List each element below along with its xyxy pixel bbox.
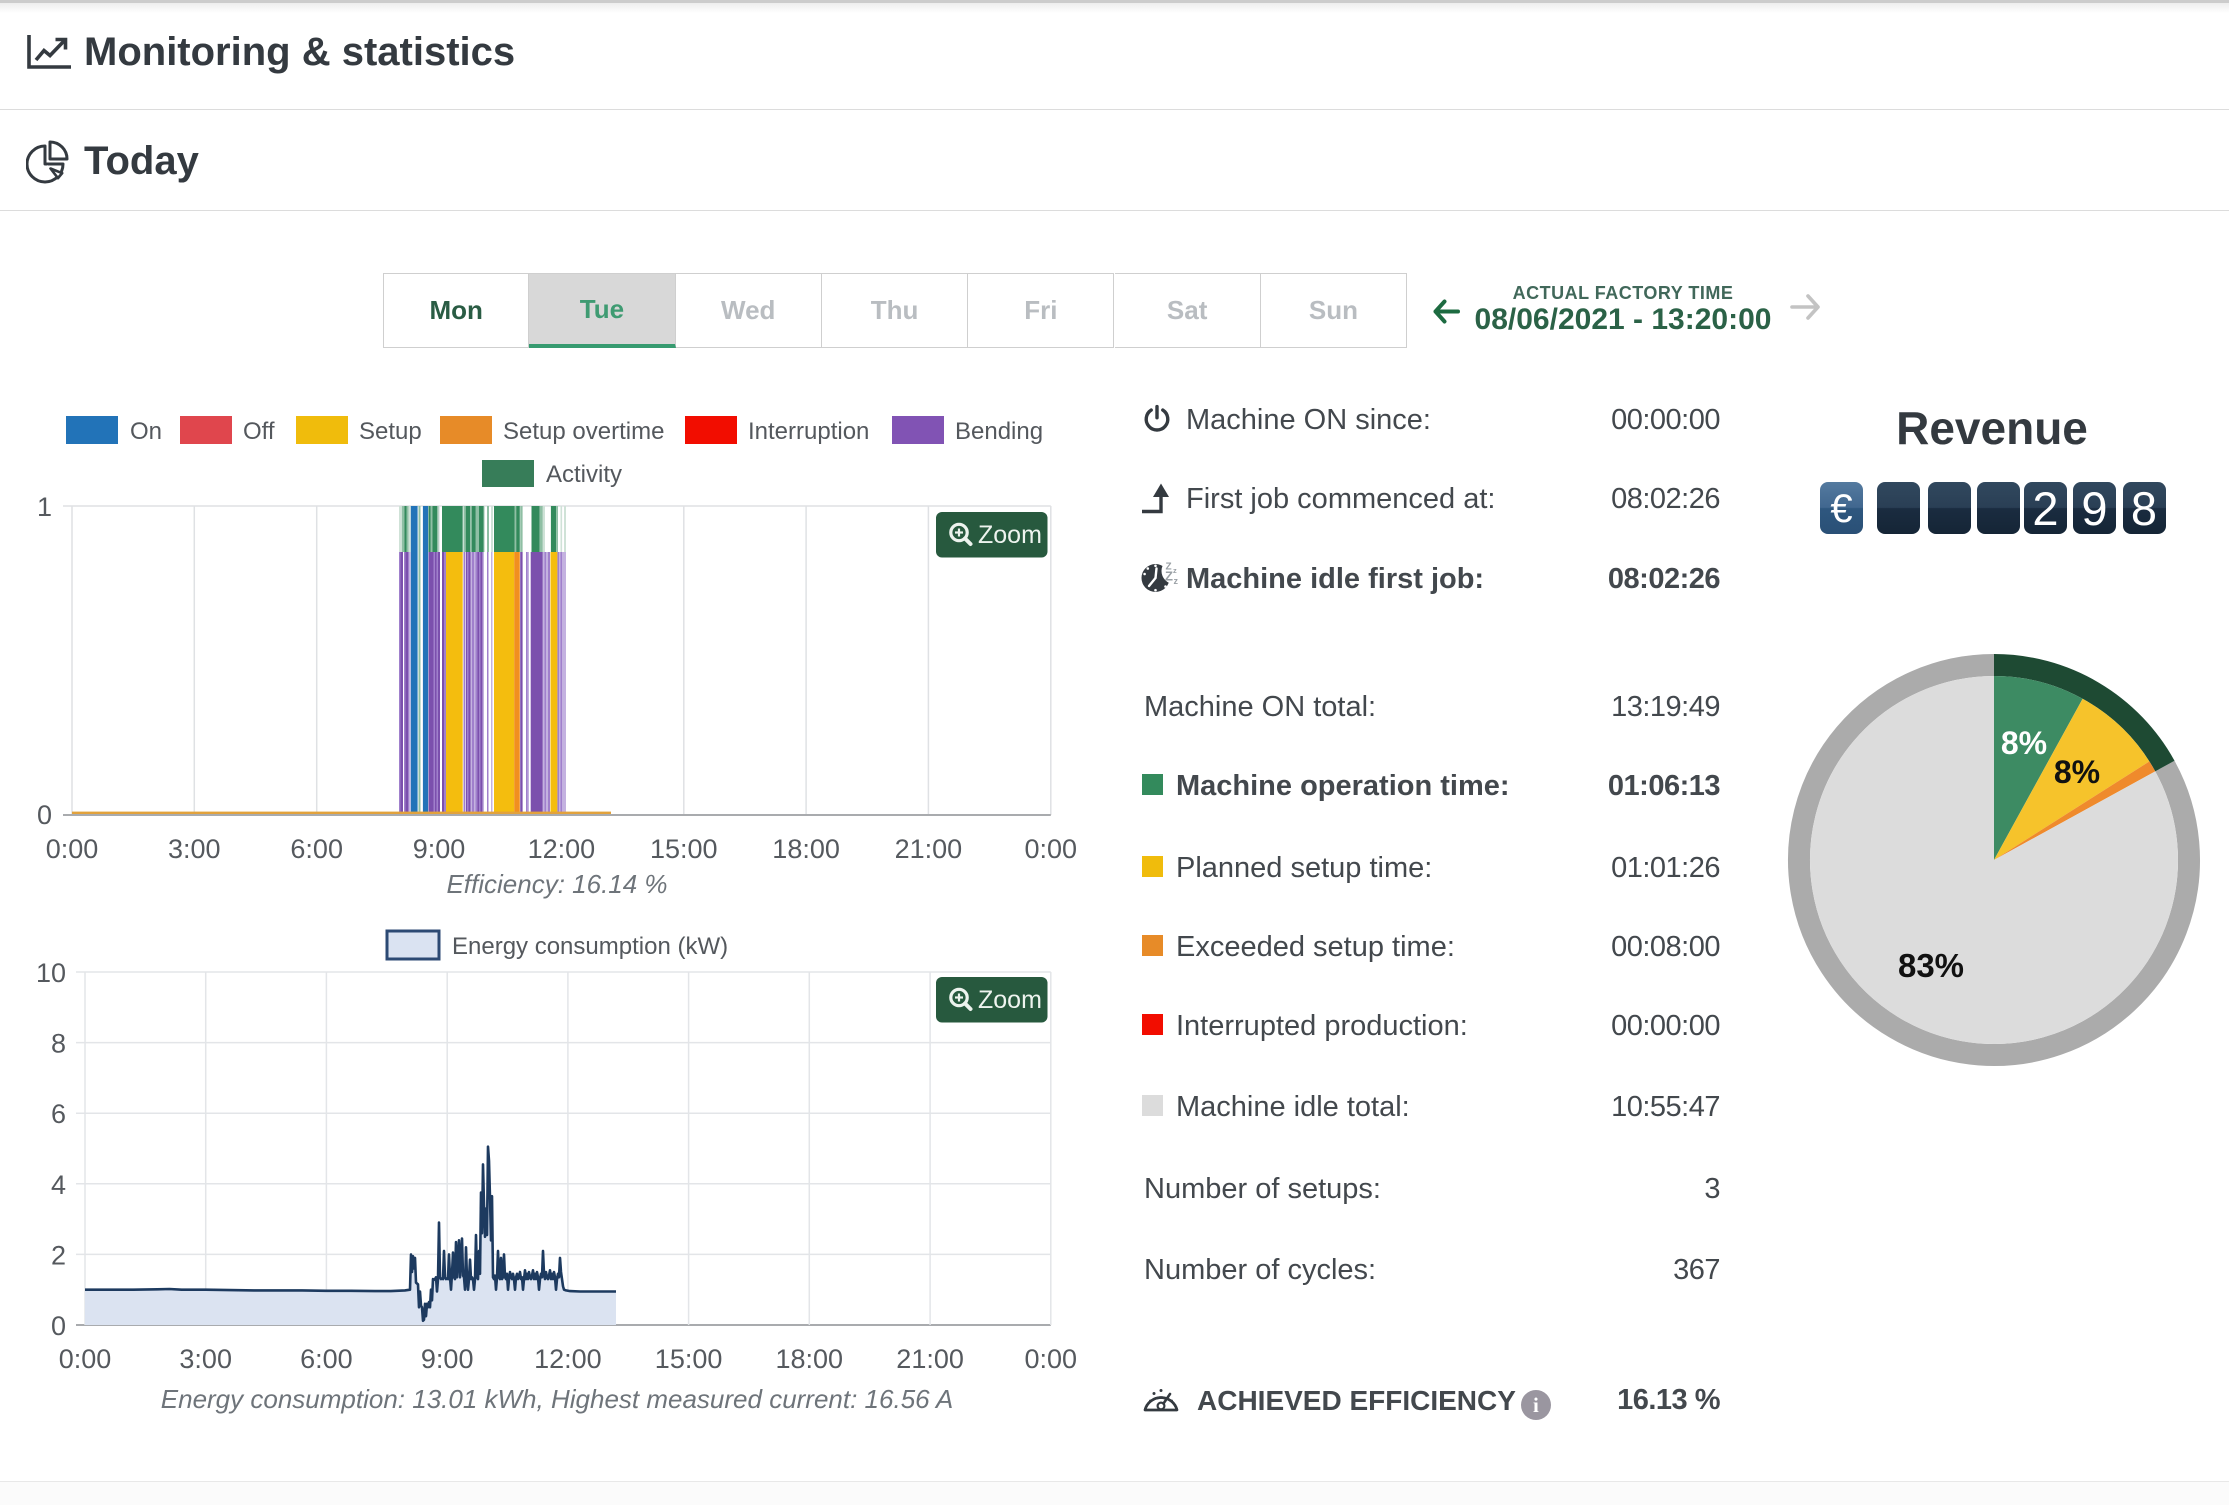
- svg-text:On: On: [130, 418, 162, 445]
- svg-text:4: 4: [51, 1170, 66, 1200]
- svg-text:9:00: 9:00: [413, 834, 466, 864]
- svg-text:12:00: 12:00: [534, 1344, 602, 1374]
- svg-text:Zoom: Zoom: [978, 986, 1042, 1014]
- svg-text:8: 8: [51, 1029, 66, 1059]
- svg-text:9:00: 9:00: [421, 1344, 474, 1374]
- svg-text:8%: 8%: [2054, 754, 2100, 790]
- svg-text:0: 0: [51, 1311, 66, 1341]
- svg-text:10: 10: [36, 958, 66, 988]
- svg-text:0:00: 0:00: [1025, 834, 1078, 864]
- svg-text:15:00: 15:00: [655, 1344, 723, 1374]
- svg-text:z: z: [1173, 566, 1177, 575]
- svg-text:Activity: Activity: [546, 461, 622, 488]
- svg-text:3:00: 3:00: [168, 834, 221, 864]
- svg-text:Z: Z: [1165, 569, 1173, 584]
- svg-text:8%: 8%: [2001, 725, 2047, 761]
- svg-text:Setup: Setup: [359, 418, 422, 445]
- svg-text:2: 2: [51, 1240, 66, 1270]
- svg-text:Energy consumption: 13.01 kWh,: Energy consumption: 13.01 kWh, Highest m…: [161, 1384, 953, 1414]
- svg-text:12:00: 12:00: [528, 834, 596, 864]
- svg-text:15:00: 15:00: [650, 834, 718, 864]
- svg-text:6: 6: [51, 1099, 66, 1129]
- svg-text:0: 0: [37, 800, 52, 830]
- svg-text:Off: Off: [243, 418, 275, 445]
- svg-text:Efficiency: 16.14 %: Efficiency: 16.14 %: [446, 869, 667, 899]
- svg-text:1: 1: [37, 492, 52, 522]
- svg-text:18:00: 18:00: [776, 1344, 844, 1374]
- svg-text:0:00: 0:00: [46, 834, 99, 864]
- svg-text:6:00: 6:00: [300, 1344, 353, 1374]
- svg-text:18:00: 18:00: [772, 834, 840, 864]
- svg-text:z: z: [1174, 576, 1179, 586]
- svg-text:0:00: 0:00: [59, 1344, 112, 1374]
- svg-text:Bending: Bending: [955, 418, 1043, 445]
- svg-text:Zoom: Zoom: [978, 521, 1042, 549]
- svg-text:Energy consumption (kW): Energy consumption (kW): [452, 933, 728, 960]
- svg-text:0:00: 0:00: [1025, 1344, 1078, 1374]
- svg-text:3:00: 3:00: [179, 1344, 232, 1374]
- svg-text:Interruption: Interruption: [748, 418, 869, 445]
- svg-text:21:00: 21:00: [895, 834, 963, 864]
- svg-text:Setup overtime: Setup overtime: [503, 418, 664, 445]
- svg-text:6:00: 6:00: [290, 834, 343, 864]
- svg-text:83%: 83%: [1898, 947, 1964, 984]
- svg-text:21:00: 21:00: [896, 1344, 964, 1374]
